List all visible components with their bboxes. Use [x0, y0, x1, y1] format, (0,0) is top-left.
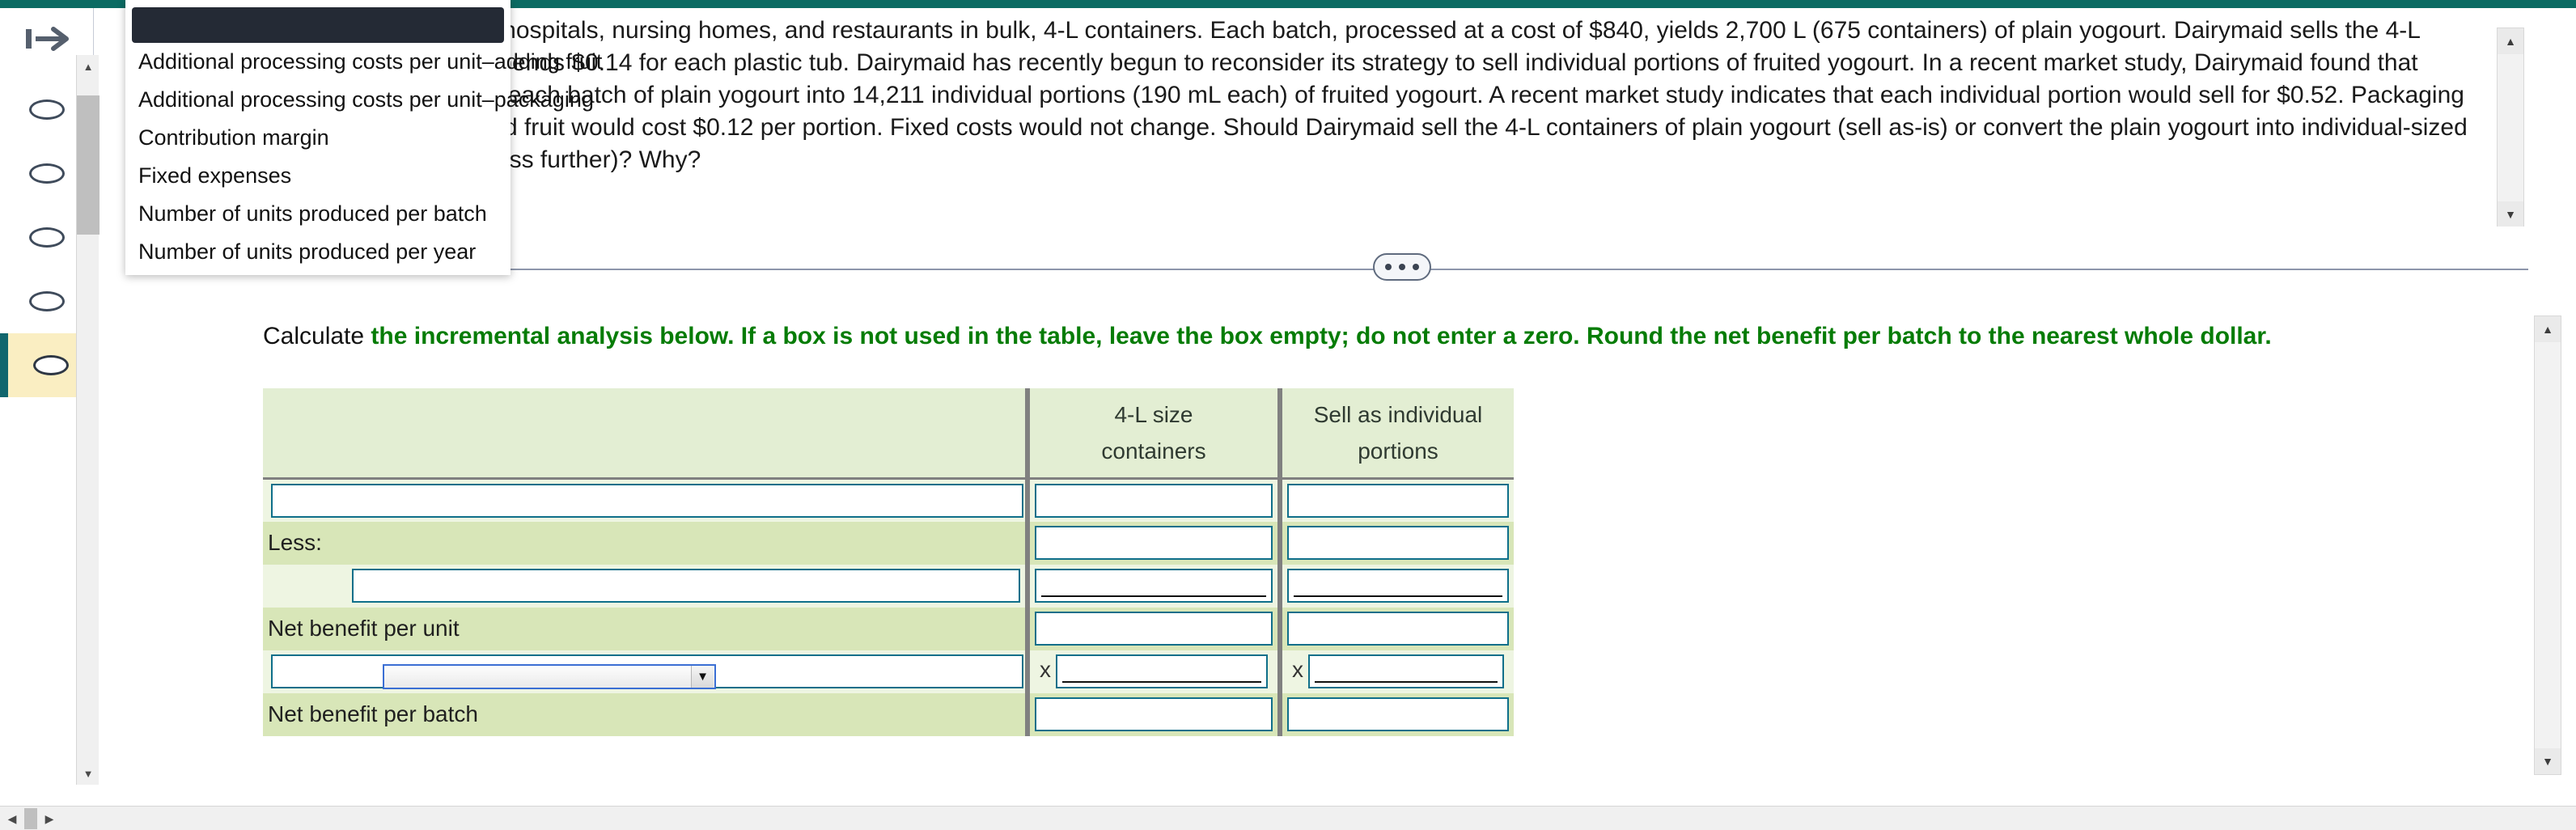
bulk-value-input[interactable] — [1035, 612, 1273, 646]
scroll-up-icon[interactable]: ▲ — [77, 55, 100, 78]
table-row: Less: — [263, 521, 1514, 565]
dropdown-option-blank[interactable] — [132, 7, 504, 43]
table-row — [263, 564, 1514, 608]
column-header-portions-line1: Sell as individual — [1313, 402, 1483, 427]
instruction-text: Calculate the incremental analysis below… — [263, 320, 2512, 353]
window-horizontal-scrollbar[interactable]: ◀ ▶ — [0, 806, 2576, 830]
chevron-down-icon[interactable]: ▼ — [691, 666, 714, 688]
dropdown-option-additional-processing-packaging[interactable]: Additional processing costs per unit–pac… — [125, 81, 594, 119]
scroll-up-icon[interactable]: ▲ — [2535, 316, 2561, 342]
row-label-cell: Net benefit per batch — [263, 692, 1025, 736]
row-label-cell: Net benefit per unit — [263, 607, 1025, 650]
scroll-up-icon[interactable]: ▲ — [2498, 28, 2523, 54]
dot-icon — [1399, 264, 1405, 270]
table-row: Net benefit per batch — [263, 692, 1514, 736]
bulk-value-input[interactable] — [1035, 526, 1273, 560]
dropdown-option-contribution-margin[interactable]: Contribution margin — [125, 119, 511, 157]
bulk-value-cell — [1030, 692, 1277, 736]
more-content-indicator[interactable] — [1373, 253, 1431, 281]
table-row — [263, 478, 1514, 522]
multiply-symbol: x — [1292, 657, 1303, 683]
portions-value-cell: x — [1282, 650, 1514, 693]
scroll-down-icon[interactable]: ▼ — [2535, 748, 2561, 774]
bulk-value-cell — [1030, 564, 1277, 608]
portions-value-input[interactable] — [1287, 526, 1509, 560]
column-header-portions-line2: portions — [1358, 438, 1438, 464]
portions-value-input[interactable] — [1287, 483, 1509, 518]
bulk-value-cell — [1030, 521, 1277, 565]
circle-icon — [29, 100, 65, 120]
row-label-net-benefit-per-unit: Net benefit per unit — [268, 616, 460, 641]
scroll-down-icon[interactable]: ▼ — [77, 762, 100, 785]
portions-value-input[interactable] — [1287, 697, 1509, 731]
row-label-cell: Less: — [263, 521, 1025, 565]
portions-value-cell — [1282, 521, 1514, 565]
row-label-cell — [263, 478, 1025, 522]
bulk-value-cell — [1030, 607, 1277, 650]
portions-value-input[interactable] — [1308, 654, 1504, 688]
account-select-dropdown[interactable]: Additional processing costs per unit–add… — [125, 0, 602, 275]
bulk-value-input[interactable] — [1056, 654, 1268, 688]
table-header-row: 4-L size containers Sell as individual p… — [263, 388, 1514, 480]
bulk-value-input[interactable] — [1035, 483, 1273, 518]
account-select[interactable]: ▼ — [383, 664, 716, 689]
row-label-less: Less: — [268, 530, 322, 555]
scroll-down-icon[interactable]: ▼ — [2498, 201, 2523, 227]
bulk-value-cell — [1030, 478, 1277, 522]
circle-icon — [29, 291, 65, 311]
portions-value-input[interactable] — [1287, 569, 1509, 603]
table-vertical-scrollbar[interactable]: ▲ ▼ — [2534, 315, 2561, 775]
scroll-left-icon[interactable]: ◀ — [0, 807, 24, 830]
row-label-net-benefit-per-batch: Net benefit per batch — [268, 701, 478, 726]
rail-vertical-scrollbar[interactable]: ▲ ▼ — [76, 55, 100, 785]
instruction-emphasis: the incremental analysis below. If a box… — [371, 323, 2272, 349]
portions-value-input[interactable] — [1287, 612, 1509, 646]
collapse-panel-arrow-icon[interactable] — [15, 18, 79, 60]
scrollbar-thumb[interactable] — [77, 95, 100, 235]
column-header-bulk-line1: 4-L size — [1114, 402, 1193, 427]
portions-value-cell — [1282, 607, 1514, 650]
scrollbar-thumb[interactable] — [24, 808, 37, 829]
portions-value-cell — [1282, 692, 1514, 736]
exercise-window: ▲ ▼ Dairymaid sells plain yogourt to hos… — [0, 0, 2576, 830]
column-header-bulk: 4-L size containers — [1030, 388, 1277, 480]
dot-icon — [1413, 264, 1419, 270]
bulk-value-cell: x — [1030, 650, 1277, 693]
column-header-portions: Sell as individual portions — [1282, 388, 1514, 480]
bulk-value-input[interactable] — [1035, 697, 1273, 731]
circle-icon — [29, 227, 65, 248]
row-label-cell — [263, 564, 1025, 608]
portions-value-cell — [1282, 478, 1514, 522]
dropdown-option-additional-processing-adding-fruit[interactable]: Additional processing costs per unit–add… — [125, 43, 602, 81]
circle-icon — [29, 163, 65, 184]
bulk-value-input[interactable] — [1035, 569, 1273, 603]
multiply-symbol: x — [1040, 657, 1051, 683]
instruction-prefix: Calculate — [263, 323, 371, 349]
column-header-bulk-line2: containers — [1101, 438, 1206, 464]
dot-icon — [1385, 264, 1392, 270]
row-label-input[interactable] — [352, 569, 1020, 603]
portions-value-cell — [1282, 564, 1514, 608]
scroll-right-icon[interactable]: ▶ — [37, 807, 61, 830]
dropdown-option-fixed-expenses[interactable]: Fixed expenses — [125, 157, 511, 195]
row-label-input[interactable] — [271, 483, 1023, 518]
statement-vertical-scrollbar[interactable]: ▲ ▼ — [2497, 28, 2524, 227]
dropdown-option-units-per-batch[interactable]: Number of units produced per batch — [125, 195, 511, 233]
dropdown-option-units-per-year[interactable]: Number of units produced per year — [125, 233, 511, 271]
incremental-analysis-table-panel: 4-L size containers Sell as individual p… — [263, 388, 2528, 775]
table-row: Net benefit per unit — [263, 607, 1514, 650]
circle-icon — [33, 355, 69, 375]
column-header-row-label — [263, 388, 1025, 480]
